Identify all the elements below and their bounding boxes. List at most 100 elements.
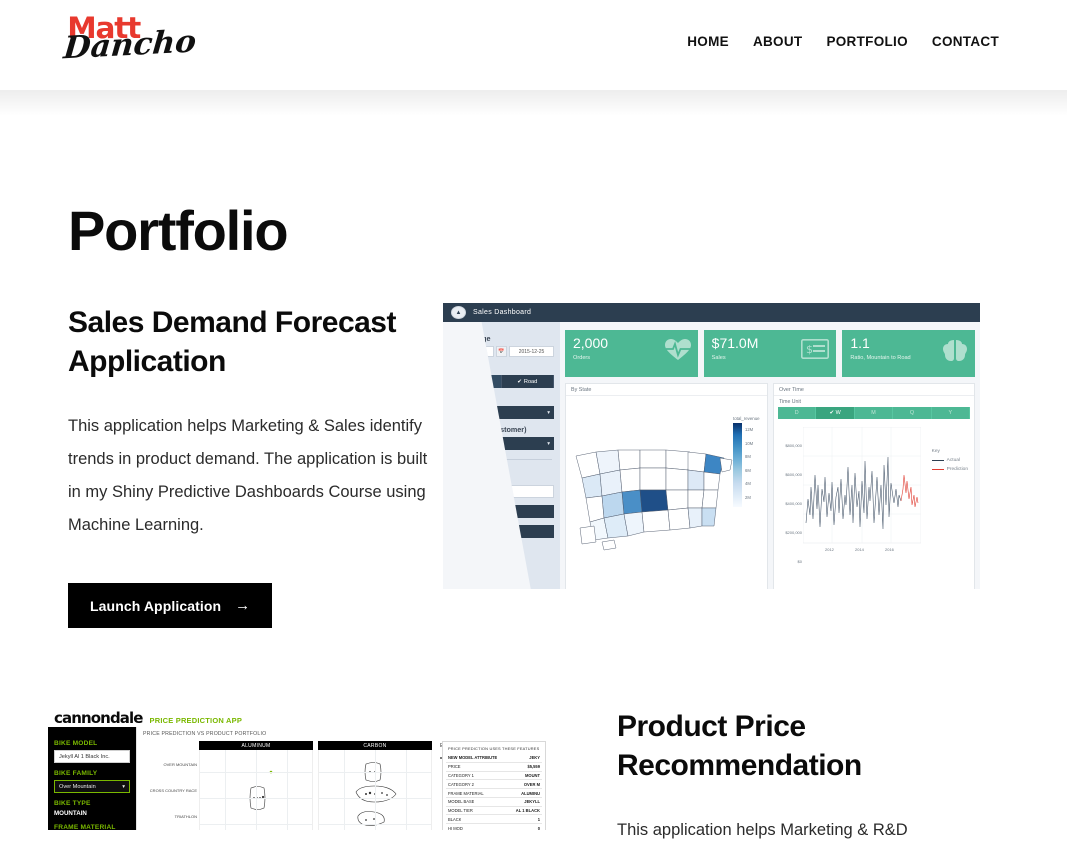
bike-type-option-road[interactable]: ✔ Road [501,375,554,388]
time-unit-option-w-label: W [835,410,841,416]
time-unit-option-m[interactable]: M [854,407,894,419]
cannondale-logo: cannondale [54,709,143,727]
feature-table: PRICE PREDICTION USES THESE FEATURES NEW… [442,741,546,830]
bike-model-label: BIKE MODEL [54,740,98,747]
x-tick: 2016 [885,547,895,552]
map-legend: total_revenue 12M 10M 8M 6M 4M 2M [733,416,760,507]
price-app-sidebar: BIKE MODEL Jekyll Al 1 Black Inc. BIKE F… [48,727,136,830]
date-start-input[interactable]: 2011-01-07 [481,346,494,357]
forecast-line-chart[interactable]: 2012 2014 2016 [803,427,921,555]
bike-family-select[interactable]: Over Mountain ▾ [54,780,130,793]
date-end-input[interactable]: 2015-12-25 [509,346,554,357]
date-range-control[interactable]: 2011-01-07 📅 2015-12-25 [481,346,554,357]
facet-aluminum: ALUMINUM [199,741,313,830]
gear-icon[interactable]: ⚙ [482,469,554,477]
table-row: CATEGORY 2 OVER M [446,779,542,788]
y-tick: $0 [797,559,802,564]
sidebar-text-field[interactable] [481,485,554,498]
bike-shop-value: All Selected [453,440,483,447]
feature-key: CATEGORY 2 [448,781,474,787]
svg-text:$: $ [806,343,813,356]
site-logo[interactable]: Matt Dancho [62,14,198,76]
facet-carbon: CARBON [318,741,432,830]
table-row: MODEL BASE JEKYLL [446,796,542,806]
kpi-card-orders: 2,000 Orders [565,330,698,377]
chart-legend: Key Actual Prediction [931,449,968,472]
bike-family-select[interactable]: All Selected ▾ [481,406,554,419]
time-unit-option-q[interactable]: Q [893,407,932,419]
bike-shop-label: Bike Shop (Customer) [451,425,527,434]
y-tick: $800,000 [785,443,802,448]
money-check-icon: $ [801,339,830,359]
nav-item-home[interactable]: HOME [687,34,729,49]
dashboard-title: Sales Dashboard [473,309,532,316]
calendar-icon: 📅 [496,346,507,357]
y-tick: $400,000 [785,501,802,506]
map-panel-header: By State [566,384,767,396]
bike-model-input[interactable]: Jekyll Al 1 Black Inc. [54,750,130,763]
y-tick: $200,000 [785,530,802,535]
dashboard-topbar: ▲ Sales Dashboard [443,303,980,322]
feature-value: 1 [537,816,540,822]
reset-button[interactable]: Reset [481,505,554,518]
kpi-card-ratio: 1.1 Ratio, Mountain to Road [842,330,976,377]
launch-application-button[interactable]: Launch Application → [68,583,273,628]
bike-family-label: BIKE FAMILY [54,770,98,777]
bike-shop-select[interactable]: All Selected ▾ [453,437,554,450]
price-prediction-app-screenshot[interactable]: cannondale PRICE PREDICTION APP BIKE MOD… [48,705,548,830]
dashboard-brand-icon: ▲ [451,306,466,319]
feature-value: 0 [537,825,540,830]
map-legend-tick: 4M [745,481,751,487]
chart-legend-title: Key [931,449,940,454]
project-product-price-recommendation: Product Price Recommendation This applic… [617,707,989,847]
time-unit-label: Time Unit [779,399,802,405]
site-header: Matt Dancho HOME ABOUT PORTFOLIO CONTACT [0,0,1067,90]
price-app-header: cannondale PRICE PREDICTION APP [48,705,548,727]
us-choropleth-map[interactable] [574,442,734,552]
legend-label: Actual [946,458,960,463]
bike-type-toggle-group[interactable]: Mountain ✔ Road [481,375,554,388]
price-chart-title: PRICE PREDICTION VS PRODUCT PORTFOLIO [143,731,267,737]
map-legend-tick: 6M [745,467,751,473]
main-navigation: HOME ABOUT PORTFOLIO CONTACT [687,34,999,49]
apply-button[interactable]: Apply [481,525,554,538]
check-icon: ✔ [517,378,522,385]
bike-type-option-mountain[interactable]: Mountain [481,375,502,388]
facet-plot[interactable] [199,750,313,830]
map-legend-tick: 12M [745,427,754,432]
legend-label: Prediction [946,467,968,472]
bike-type-label: Bike Type [451,363,485,372]
nav-item-about[interactable]: ABOUT [753,34,803,49]
time-unit-option-y[interactable]: Y [931,407,971,419]
feature-value: JEKY [529,755,540,761]
map-legend-tick: 2M [745,494,751,500]
check-icon: ✔ [829,410,835,416]
page-title: Portfolio [68,198,289,262]
map-legend-colorbar [733,423,742,507]
time-unit-option-w[interactable]: ✔ W [816,407,855,419]
heartbeat-icon [664,339,691,360]
brain-icon [943,340,968,361]
nav-item-portfolio[interactable]: PORTFOLIO [826,34,907,49]
table-row: PRICE $5,559 [446,761,542,771]
y-category: CROSS COUNTRY RACE [149,788,197,793]
arrow-right-icon: → [235,597,251,614]
nav-item-contact[interactable]: CONTACT [932,34,999,49]
facet-plot[interactable] [318,750,432,830]
map-legend-tick: 8M [745,454,751,460]
bike-type-value: MOUNTAIN [54,810,87,817]
bike-family-label: Bike Family [451,394,491,403]
kpi-card-sales: $71.0M Sales $ [703,330,837,377]
y-category: TRIATHLON [174,814,197,819]
sidebar-divider [481,459,552,460]
price-chart-facets: ALUMINUM CARBON [199,741,432,830]
project-sales-demand-forecast: Sales Demand Forecast Application This a… [68,303,440,542]
time-unit-toggle-group[interactable]: D ✔ W M Q Y [778,407,971,419]
feature-value: $5,559 [527,764,540,770]
feature-table-header-row: NEW MODEL ATTRIBUTE JEKY [446,754,542,762]
table-row: CATEGORY 1 MOUNT [446,770,542,780]
header-shadow [0,90,1067,116]
price-chart-y-axis: OVER MOUNTAIN CROSS COUNTRY RACE TRIATHL… [141,763,197,830]
time-unit-option-d[interactable]: D [778,407,817,419]
sales-dashboard-screenshot[interactable]: ▲ Sales Dashboard Date Range 2011-01-07 … [443,303,980,589]
